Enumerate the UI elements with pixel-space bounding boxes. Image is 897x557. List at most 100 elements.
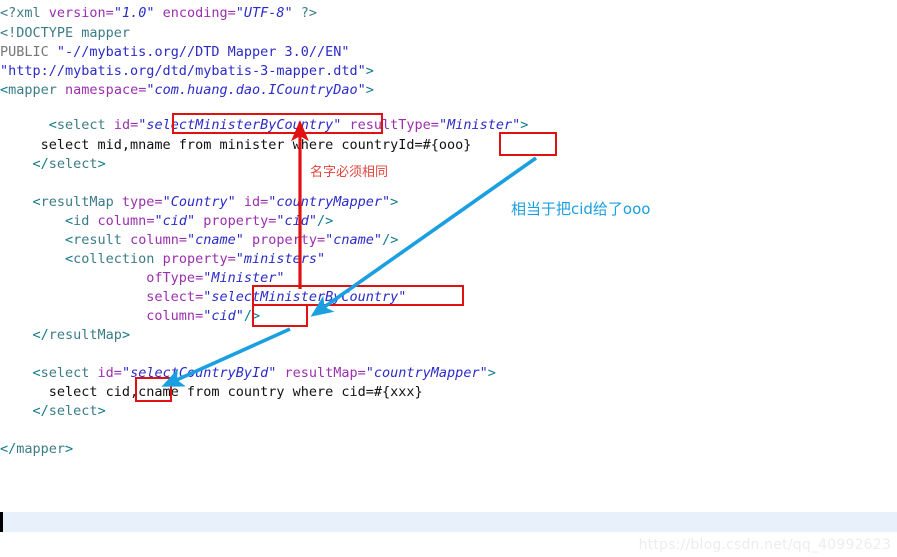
value-encoding: "UTF-8" xyxy=(235,5,293,21)
xml-decl-close: ?> xyxy=(292,5,318,21)
resultmap-open-close: > xyxy=(390,194,399,210)
value-collection-select: "selectMinisterByCountry" xyxy=(203,289,407,305)
tag-collection: collection xyxy=(73,251,163,267)
doctype-public-id: "-//mybatis.org//DTD Mapper 3.0//EN" xyxy=(56,44,350,60)
code-line-resultmap-close[interactable]: </resultMap> xyxy=(0,325,131,345)
attr-collection-property: property= xyxy=(162,251,236,267)
code-line-select-minister-close[interactable]: </select> xyxy=(0,154,106,174)
tag-select-minister: select xyxy=(56,117,114,133)
attr-select-minister-id: id= xyxy=(113,117,139,133)
select-minister-close-end: > xyxy=(97,156,106,172)
tag-mapper-close: mapper xyxy=(16,441,66,457)
value-resultmap-id: "countryMapper" xyxy=(268,194,391,210)
value-select-country-id: "selectCountryById" xyxy=(121,365,277,381)
tag-id: id xyxy=(73,213,98,229)
value-collection-property: "ministers" xyxy=(235,251,326,267)
code-line-mapper-open[interactable]: <mapper namespace="com.huang.dao.ICountr… xyxy=(0,80,374,100)
tag-select-country-close: select xyxy=(48,403,98,419)
resultmap-close-bracket: </ xyxy=(0,327,49,343)
attr-collection-column: column= xyxy=(0,308,204,324)
value-id-column: "cid" xyxy=(154,213,196,229)
id-self-close: /> xyxy=(317,213,334,229)
collection-self-close: /> xyxy=(243,308,261,324)
doctype-public-keyword: PUBLIC xyxy=(0,44,57,60)
mapper-close-end: > xyxy=(65,441,74,457)
id-open-bracket: < xyxy=(0,213,74,229)
attr-result-column: column= xyxy=(130,232,187,248)
value-collection-oftype: "Minister" xyxy=(203,270,285,286)
attr-result-type: resultType= xyxy=(341,117,439,133)
code-line-doctype-public[interactable]: PUBLIC "-//mybatis.org//DTD Mapper 3.0//… xyxy=(0,42,350,62)
code-line-xml-declaration[interactable]: <?xml version="1.0" encoding="UTF-8" ?> xyxy=(0,3,317,23)
attr-resultmap-type: type= xyxy=(121,194,163,210)
mapper-open-close-bracket: > xyxy=(365,82,374,98)
code-line-select-country-close[interactable]: </select> xyxy=(0,401,106,421)
site-watermark: https://blog.csdn.net/qq_40992623 xyxy=(638,537,891,553)
value-id-property: "cid" xyxy=(276,213,318,229)
attr-encoding: encoding= xyxy=(154,5,236,21)
tag-result: result xyxy=(73,232,131,248)
code-line-collection-open[interactable]: <collection property="ministers" xyxy=(0,249,325,269)
collection-open-bracket: < xyxy=(0,251,74,267)
code-line-result-mapping[interactable]: <result column="cname" property="cname"/… xyxy=(0,230,398,250)
select-minister-close-bracket: </ xyxy=(0,156,49,172)
attr-result-property: property= xyxy=(243,232,326,248)
tag-mapper: mapper xyxy=(8,82,66,98)
tag-resultmap: resultMap xyxy=(40,194,122,210)
select-minister-open-close: > xyxy=(520,117,529,133)
sql-select-minister: select mid,mname from minister where cou… xyxy=(0,137,472,153)
select-country-open-bracket: < xyxy=(0,365,41,381)
attr-collection-select: select= xyxy=(0,289,204,305)
code-line-select-country-sql[interactable]: select cid,cname from country where cid=… xyxy=(0,382,423,402)
sql-select-country: select cid,cname from country where cid=… xyxy=(0,384,423,400)
attr-select-country-id: id= xyxy=(97,365,122,381)
code-line-id-mapping[interactable]: <id column="cid" property="cid"/> xyxy=(0,211,333,231)
code-line-select-minister-open[interactable]: <select id="selectMinisterByCountry" res… xyxy=(0,115,529,135)
value-select-country-resultmap: "countryMapper" xyxy=(365,365,488,381)
value-result-column: "cname" xyxy=(186,232,244,248)
value-select-minister-id: "selectMinisterByCountry" xyxy=(138,117,342,133)
value-version: "1.0" xyxy=(113,5,155,21)
current-line-highlight xyxy=(0,512,897,532)
mapper-close-bracket: </ xyxy=(0,441,17,457)
tag-select-minister-close: select xyxy=(48,156,98,172)
resultmap-close-end: > xyxy=(121,327,131,343)
result-open-bracket: < xyxy=(0,232,74,248)
code-line-doctype-system[interactable]: "http://mybatis.org/dtd/mybatis-3-mapper… xyxy=(0,61,374,81)
attr-select-country-resultmap: resultMap= xyxy=(276,365,366,381)
value-result-property: "cname" xyxy=(325,232,383,248)
code-line-resultmap-open[interactable]: <resultMap type="Country" id="countryMap… xyxy=(0,192,399,212)
code-line-collection-select[interactable]: select="selectMinisterByCountry" xyxy=(0,287,406,307)
value-result-type: "Minister" xyxy=(438,117,521,133)
select-country-close-end: > xyxy=(97,403,106,419)
attr-namespace: namespace= xyxy=(65,82,147,98)
attr-resultmap-id: id= xyxy=(235,194,269,210)
attr-id-column: column= xyxy=(97,213,155,229)
code-line-select-minister-sql[interactable]: select mid,mname from minister where cou… xyxy=(0,135,472,155)
value-collection-column: "cid" xyxy=(203,308,244,324)
result-self-close: /> xyxy=(382,232,399,248)
attr-collection-oftype: ofType= xyxy=(0,270,204,286)
code-line-collection-oftype[interactable]: ofType="Minister" xyxy=(0,268,284,288)
resultmap-open-bracket: < xyxy=(0,194,41,210)
code-line-select-country-open[interactable]: <select id="selectCountryById" resultMap… xyxy=(0,363,496,383)
xml-decl-open: <?xml xyxy=(0,5,49,21)
select-country-open-close: > xyxy=(487,365,496,381)
indent: < xyxy=(0,117,57,133)
tag-resultmap-close: resultMap xyxy=(48,327,122,343)
doctype-keyword: <!DOCTYPE mapper xyxy=(0,25,131,41)
attr-version: version= xyxy=(48,5,114,21)
select-country-close-bracket: </ xyxy=(0,403,49,419)
mapper-open-bracket: < xyxy=(0,82,9,98)
text-caret xyxy=(0,512,3,532)
attr-id-property: property= xyxy=(195,213,277,229)
doctype-close: > xyxy=(365,63,374,79)
value-namespace: "com.huang.dao.ICountryDao" xyxy=(146,82,366,98)
doctype-system-id: "http://mybatis.org/dtd/mybatis-3-mapper… xyxy=(0,63,366,79)
code-editor[interactable]: <?xml version="1.0" encoding="UTF-8" ?> … xyxy=(0,0,897,557)
value-resultmap-type: "Country" xyxy=(162,194,236,210)
code-line-collection-column[interactable]: column="cid"/> xyxy=(0,306,260,326)
code-line-mapper-close[interactable]: </mapper> xyxy=(0,439,73,459)
tag-select-country: select xyxy=(40,365,98,381)
code-line-doctype[interactable]: <!DOCTYPE mapper xyxy=(0,23,130,43)
